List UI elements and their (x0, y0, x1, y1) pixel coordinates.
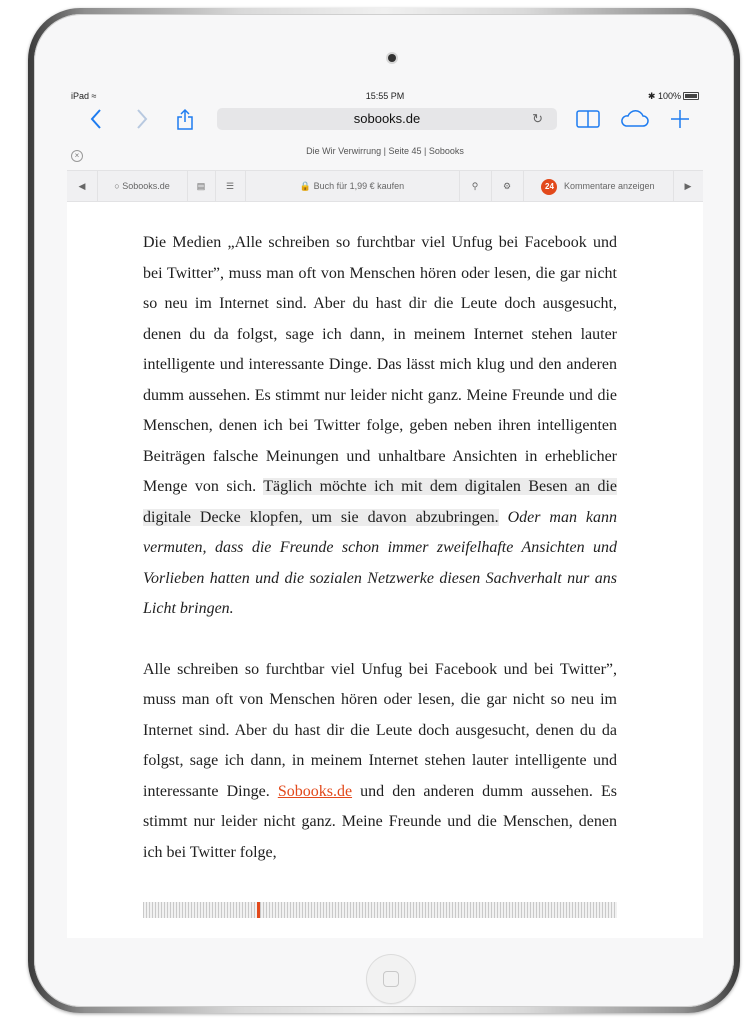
reading-progress-marker[interactable] (256, 902, 260, 918)
buy-book-label: Buch für 1,99 € kaufen (313, 181, 405, 191)
back-icon[interactable] (89, 108, 103, 130)
reading-progress-bar[interactable] (143, 902, 617, 918)
circle-icon: ○ (114, 181, 120, 191)
lock-icon: 🔒 (299, 181, 312, 191)
buy-book-button[interactable]: 🔒 Buch für 1,99 € kaufen (245, 171, 460, 201)
front-camera (388, 54, 396, 62)
table-of-contents-icon[interactable]: ☰ (215, 171, 246, 201)
sobooks-link[interactable]: Sobooks.de (278, 783, 352, 800)
next-page-icon[interactable]: ▶ (673, 171, 703, 201)
share-icon[interactable] (175, 107, 195, 131)
page-title: Die Wir Verwirrung | Seite 45 | Sobooks (306, 146, 464, 156)
paragraph: Die Medien „Alle schreiben so furchtbar … (143, 228, 618, 625)
battery-icon (683, 92, 699, 100)
reload-icon[interactable]: ↻ (532, 108, 543, 130)
settings-gear-icon[interactable]: ⚙ (491, 171, 524, 201)
comments-count-badge: 24 (541, 178, 558, 195)
previous-page-icon[interactable]: ◀ (67, 171, 98, 201)
status-bar: iPad ≈ 15:55 PM ✱ 100% (67, 88, 703, 104)
paragraph-text: Alle schreiben so furchtbar viel Unfug b… (143, 660, 617, 800)
icloud-tabs-icon[interactable] (619, 109, 649, 129)
safari-nav-bar: sobooks.de ↻ (67, 104, 703, 134)
forward-icon[interactable] (135, 108, 149, 130)
url-text: sobooks.de (353, 111, 421, 126)
bluetooth-icon: ✱ (647, 91, 656, 101)
paragraph: Alle schreiben so furchtbar viel Unfug b… (143, 655, 617, 869)
tab-title-bar: × Die Wir Verwirrung | Seite 45 | Sobook… (67, 134, 703, 170)
ipad-screen: iPad ≈ 15:55 PM ✱ 100% sobooks.de ↻ × Di… (67, 88, 703, 938)
status-battery-text: ✱ 100% (648, 91, 681, 102)
site-button[interactable]: ○ Sobooks.de (97, 171, 188, 201)
battery-percent: 100% (657, 91, 681, 101)
home-button-icon (383, 971, 399, 987)
status-time: 15:55 PM (365, 91, 405, 101)
site-label: Sobooks.de (122, 181, 170, 191)
bookmarks-icon[interactable] (575, 109, 601, 129)
search-icon[interactable]: ⚲ (459, 171, 492, 201)
show-comments-button[interactable]: 24 Kommentare anzeigen (523, 171, 674, 201)
reader-toolbar: ◀ ○ Sobooks.de ▤ ☰ 🔒 Buch für 1,99 € kau… (67, 170, 703, 202)
new-tab-icon[interactable] (669, 108, 691, 130)
url-field[interactable]: sobooks.de ↻ (217, 108, 557, 130)
comments-label: Kommentare anzeigen (563, 181, 655, 191)
article-body: Die Medien „Alle schreiben so furchtbar … (143, 228, 618, 869)
home-button[interactable] (366, 954, 416, 1004)
paragraph-text: Die Medien „Alle schreiben so furchtbar … (143, 234, 617, 495)
document-icon[interactable]: ▤ (187, 171, 216, 201)
